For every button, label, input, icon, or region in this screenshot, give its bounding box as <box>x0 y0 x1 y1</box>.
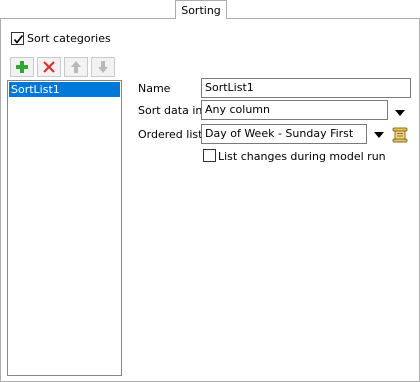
name-label: Name <box>138 82 171 95</box>
scroll-icon[interactable] <box>391 126 409 144</box>
ordered-list-label: Ordered list <box>138 128 203 141</box>
chevron-down-icon[interactable] <box>395 110 405 116</box>
list-changes-label: List changes during model run <box>218 150 386 163</box>
delete-button[interactable] <box>37 57 61 77</box>
x-icon <box>43 61 55 73</box>
checkmark-icon <box>13 35 24 44</box>
ordered-list-select[interactable]: Day of Week - Sunday First <box>201 124 367 144</box>
sort-data-select[interactable]: Any column <box>201 100 388 120</box>
sort-categories-checkbox[interactable] <box>11 32 24 45</box>
list-changes-checkbox[interactable] <box>203 149 216 162</box>
add-button[interactable] <box>10 57 34 77</box>
move-down-button[interactable] <box>91 57 115 77</box>
sort-categories-label: Sort categories <box>27 32 111 45</box>
arrow-down-icon <box>98 61 108 73</box>
sort-list-box[interactable]: SortList1 <box>7 80 122 376</box>
plus-icon <box>16 61 28 73</box>
tab-sorting[interactable]: Sorting <box>175 0 227 19</box>
sort-data-label: Sort data in <box>138 104 203 117</box>
list-item[interactable]: SortList1 <box>9 82 120 97</box>
name-field[interactable]: SortList1 <box>201 78 411 98</box>
chevron-down-icon[interactable] <box>374 132 384 138</box>
arrow-up-icon <box>71 61 81 73</box>
move-up-button[interactable] <box>64 57 88 77</box>
